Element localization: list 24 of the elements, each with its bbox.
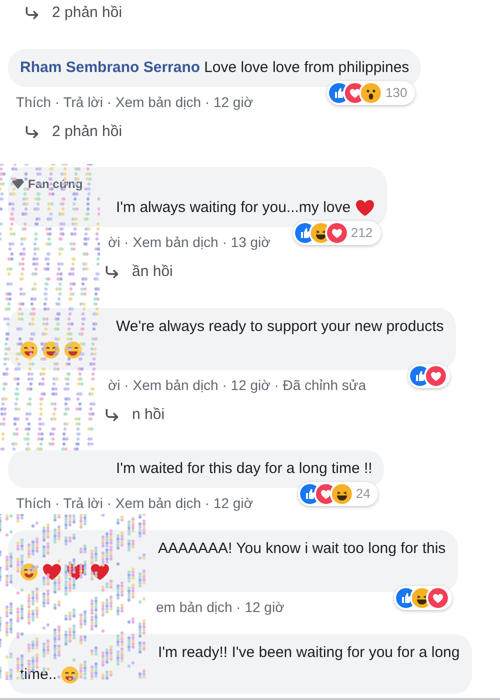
reaction-count: 130: [385, 84, 408, 102]
replies-link[interactable]: 2 phản hồi: [52, 120, 122, 143]
comment-actions[interactable]: Thích · Trả lời · Xem bản dịch · 12 giờ: [16, 493, 254, 514]
reaction-count: 212: [350, 224, 373, 242]
reactions-chip[interactable]: 24: [298, 482, 378, 506]
comment-text: I'm ready!! I've been waiting for you for a long: [158, 643, 460, 663]
author-name[interactable]: Rham Sembrano Serrano: [20, 56, 200, 78]
comment-actions[interactable]: ời · Xem bản dịch · 13 giờ: [108, 232, 270, 253]
replies-link[interactable]: n hồi: [132, 404, 165, 426]
fan-label: Fan cứng: [28, 176, 83, 193]
comment-actions[interactable]: em bản dịch · 12 giờ: [156, 597, 284, 618]
comment-text: We're always ready to support your new products: [116, 316, 444, 336]
replies-link[interactable]: 2 phản hồi: [52, 2, 122, 24]
comment-text: AAAAAAA! You know i wait too long for this: [158, 539, 446, 559]
comment-text: Love love love from philippines: [204, 58, 410, 78]
comment-text: time..: [20, 665, 57, 685]
reaction-count: 24: [356, 485, 370, 504]
comment-actions[interactable]: Thích · Trả lời · Xem bản dịch · 12 giờ: [16, 92, 254, 112]
reactions-chip[interactable]: 212: [292, 221, 381, 245]
comment-actions[interactable]: ời · Xem bản dịch · 12 giờ · Đã chỉnh sửa: [108, 374, 366, 396]
comment-text: I'm always waiting for you...my love: [116, 198, 351, 218]
comment-text: I'm waited for this day for a long time !!: [116, 459, 372, 479]
replies-link[interactable]: ần hồi: [132, 261, 173, 284]
reactions-chip[interactable]: 130: [327, 80, 416, 104]
